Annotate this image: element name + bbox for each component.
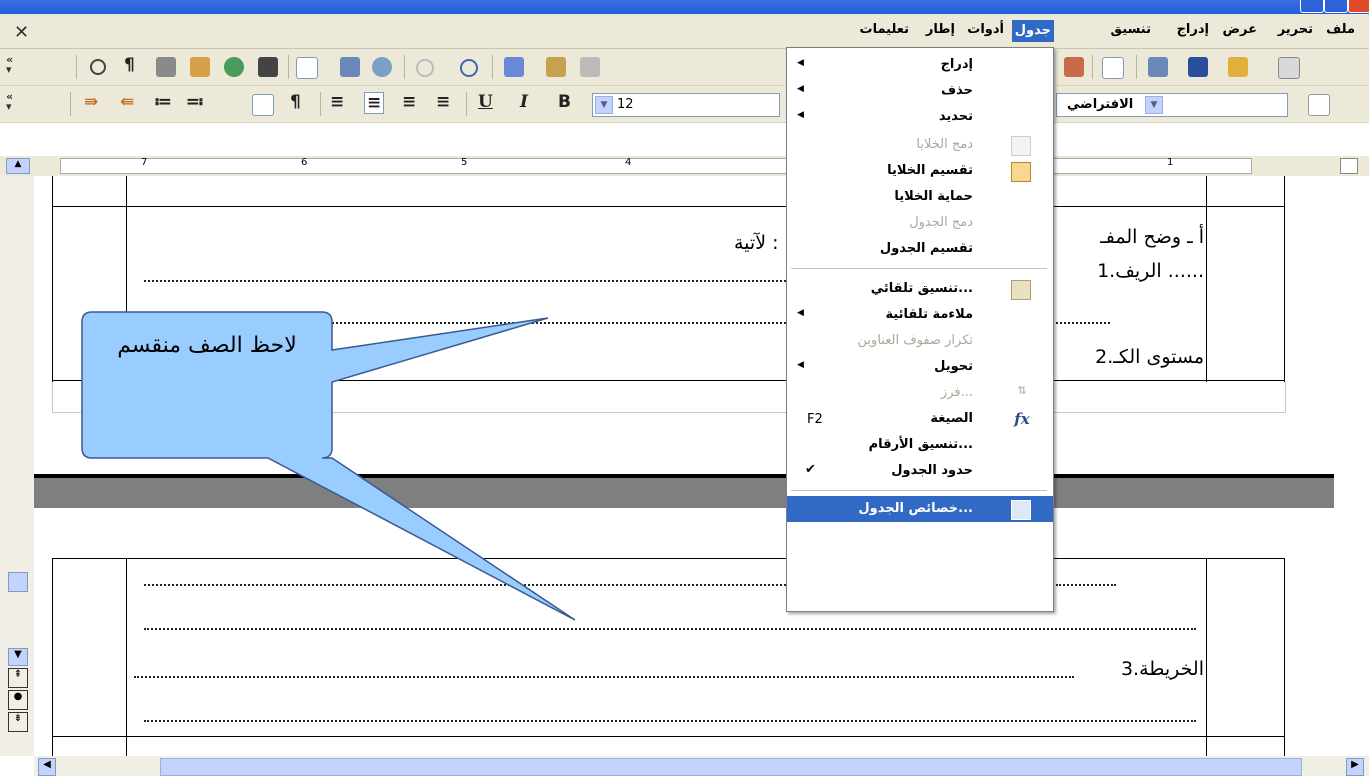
menu-item-label: حماية الخلايا [894, 189, 973, 204]
menu-item-split-table[interactable]: تقسيم الجدول [787, 236, 1053, 262]
menu-item-label: تقسيم الجدول [879, 241, 973, 256]
submenu-arrow-icon: ◀ [797, 308, 804, 318]
merge-cells-icon [1011, 136, 1031, 156]
menu-item-label: تحديد [938, 109, 973, 124]
menu-item-label: حدود الجدول [891, 463, 973, 478]
menu-item-select[interactable]: ◀ تحديد [787, 104, 1053, 130]
submenu-arrow-icon: ◀ [797, 58, 804, 68]
menu-item-label: فرز... [940, 385, 973, 400]
scroll-right-icon[interactable]: ▶ [1346, 758, 1364, 776]
menu-item-label: دمج الخلايا [916, 137, 973, 152]
menu-item-merge-table[interactable]: دمج الجدول [787, 210, 1053, 236]
menu-item-label: دمج الجدول [909, 215, 973, 230]
callout-shape[interactable] [0, 0, 1369, 776]
menu-item-label: ملاءمة تلقائية [885, 307, 973, 322]
formula-icon: fx [1014, 410, 1030, 428]
menu-item-label: تكرار صفوف العناوين [857, 333, 973, 348]
menu-item-autoformat[interactable]: تنسيق تلقائي... [787, 276, 1053, 302]
menu-item-label: تنسيق تلقائي... [870, 281, 973, 296]
menu-item-label: تقسيم الخلايا [887, 163, 973, 178]
menu-item-protect-cells[interactable]: حماية الخلايا [787, 184, 1053, 210]
callout-text: لاحظ الصف منقسم [117, 333, 297, 358]
table-menu: ◀ إدراج ◀ حذف ◀ تحديد دمج الخلايا تقسيم … [786, 47, 1054, 612]
menu-item-autofit[interactable]: ◀ ملاءمة تلقائية [787, 302, 1053, 328]
submenu-arrow-icon: ◀ [797, 110, 804, 120]
menu-item-label: تحويل [934, 359, 973, 374]
menu-item-number-format[interactable]: تنسيق الأرقام... [787, 432, 1053, 458]
menu-item-split-cells[interactable]: تقسيم الخلايا [787, 158, 1053, 184]
horizontal-scrollbar[interactable]: ◀ ▶ [34, 756, 1369, 776]
sort-icon: ⇅ [1017, 384, 1027, 397]
menu-item-sort[interactable]: ⇅ فرز... [787, 380, 1053, 406]
menu-item-label: تنسيق الأرقام... [868, 437, 973, 452]
menu-item-convert[interactable]: ◀ تحويل [787, 354, 1053, 380]
menu-item-label: الصيغة [930, 411, 973, 426]
menu-item-repeat-heading[interactable]: تكرار صفوف العناوين [787, 328, 1053, 354]
split-cells-icon [1011, 162, 1031, 182]
submenu-arrow-icon: ◀ [797, 360, 804, 370]
table-properties-icon [1011, 500, 1031, 520]
menu-separator [791, 268, 1047, 269]
scroll-left-icon[interactable]: ◀ [38, 758, 56, 776]
menu-item-merge-cells[interactable]: دمج الخلايا [787, 132, 1053, 158]
menu-item-formula[interactable]: F2 fx الصيغة [787, 406, 1053, 432]
checkmark-icon: ✔ [805, 462, 816, 477]
menu-item-label: إدراج [940, 57, 973, 72]
menu-separator [791, 490, 1047, 491]
submenu-arrow-icon: ◀ [797, 84, 804, 94]
scrollbar-thumb[interactable] [160, 758, 1302, 776]
menu-item-label: حذف [941, 83, 973, 98]
menu-item-table-borders[interactable]: ✔ حدود الجدول [787, 458, 1053, 484]
menu-item-table-properties[interactable]: خصائص الجدول... [787, 496, 1053, 522]
menu-item-delete[interactable]: ◀ حذف [787, 78, 1053, 104]
shortcut-label: F2 [807, 412, 823, 427]
autoformat-icon [1011, 280, 1031, 300]
menu-item-insert[interactable]: ◀ إدراج [787, 52, 1053, 78]
menu-item-label: خصائص الجدول... [858, 501, 973, 516]
